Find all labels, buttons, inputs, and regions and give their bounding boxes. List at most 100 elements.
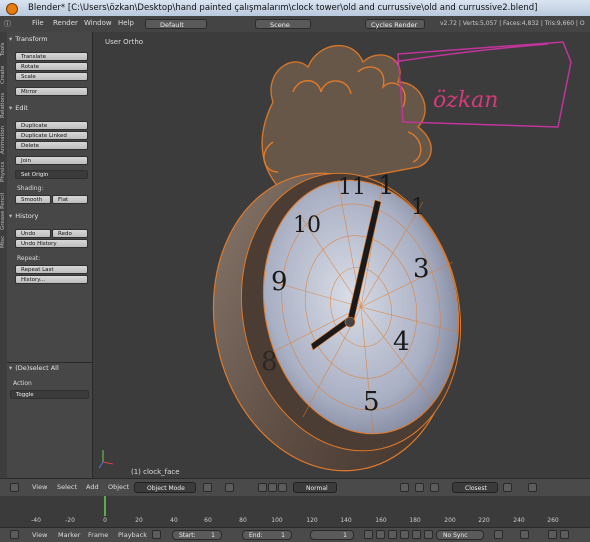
- camera-icon[interactable]: [528, 483, 537, 492]
- 3d-viewport[interactable]: 1 1 3 4 5 8 9 10 11 özkan User Ortho (1)…: [93, 32, 590, 478]
- delete-button[interactable]: Delete: [15, 141, 88, 150]
- mirror-button[interactable]: Mirror: [15, 87, 88, 96]
- tick-label: 20: [135, 517, 143, 524]
- timeline-header: View Marker Frame Playback Start: 1 End:…: [0, 527, 590, 542]
- manipulator-icon[interactable]: [258, 483, 267, 492]
- duplicate-linked-button[interactable]: Duplicate Linked: [15, 131, 88, 140]
- tick-label: -40: [31, 517, 41, 524]
- svg-text:11: 11: [338, 175, 366, 200]
- menu-file[interactable]: File: [32, 19, 44, 27]
- timeline[interactable]: -40 -20 0 20 40 60 80 100 120 140 160 18…: [0, 496, 590, 527]
- end-frame-field[interactable]: End: 1: [242, 530, 292, 540]
- operator-panel: (De)select All Action Toggle: [7, 362, 93, 479]
- tab-misc[interactable]: Misc: [0, 234, 7, 248]
- editor-type-icon[interactable]: [10, 530, 19, 539]
- pivot-icon[interactable]: [225, 483, 234, 492]
- editor-type-icon[interactable]: [10, 483, 19, 492]
- current-frame-field[interactable]: 1: [310, 530, 354, 540]
- history-button[interactable]: History...: [15, 275, 88, 284]
- start-frame-value: 1: [211, 532, 215, 539]
- svg-text:10: 10: [293, 213, 321, 238]
- action-dropdown[interactable]: Toggle: [10, 390, 89, 399]
- panel-edit-header[interactable]: Edit: [9, 103, 90, 113]
- layer-icon[interactable]: [400, 483, 409, 492]
- tick-label: 160: [375, 517, 387, 524]
- menu-render[interactable]: Render: [53, 19, 78, 27]
- tab-relations[interactable]: Relations: [0, 88, 7, 118]
- duplicate-button[interactable]: Duplicate: [15, 121, 88, 130]
- translate-button[interactable]: Translate: [15, 52, 88, 61]
- minimize-icon[interactable]: [562, 0, 576, 16]
- 3d-view-header: View Select Add Object Object Mode Norma…: [0, 478, 590, 497]
- timeline-ruler: [104, 496, 106, 516]
- undo-button[interactable]: Undo: [15, 229, 51, 238]
- mode-select[interactable]: Object Mode: [134, 482, 196, 493]
- tick-label: 200: [444, 517, 456, 524]
- jump-start-icon[interactable]: [364, 530, 373, 539]
- tab-animation[interactable]: Animation: [0, 122, 7, 154]
- rotate-button[interactable]: Rotate: [15, 62, 88, 71]
- render-icon[interactable]: [503, 483, 512, 492]
- tab-create[interactable]: Create: [0, 60, 7, 84]
- menu-view[interactable]: View: [32, 483, 47, 491]
- tab-grease-pencil[interactable]: Grease Pencil: [0, 186, 7, 230]
- blender-logo-icon: [6, 3, 18, 15]
- jump-end-icon[interactable]: [424, 530, 433, 539]
- scene-select[interactable]: Scene: [255, 19, 311, 29]
- menu-object[interactable]: Object: [108, 483, 129, 491]
- repeat-label: Repeat:: [17, 255, 41, 262]
- screen-layout-select[interactable]: Default: [145, 19, 207, 29]
- next-keyframe-icon[interactable]: [412, 530, 421, 539]
- shading-icon[interactable]: [203, 483, 212, 492]
- menu-select[interactable]: Select: [57, 483, 77, 491]
- tab-tools[interactable]: Tools: [0, 36, 7, 56]
- repeat-last-button[interactable]: Repeat Last: [15, 265, 88, 274]
- shade-smooth-button[interactable]: Smooth: [15, 195, 51, 204]
- menu-window[interactable]: Window: [84, 19, 112, 27]
- auto-keyframe-icon[interactable]: [494, 530, 503, 539]
- clock-ornament: [261, 45, 432, 193]
- set-origin-dropdown[interactable]: Set Origin: [15, 170, 88, 179]
- panel-transform-header[interactable]: Transform: [9, 34, 90, 44]
- translate-manipulator-icon[interactable]: [268, 483, 277, 492]
- menu-marker[interactable]: Marker: [58, 531, 80, 539]
- keying-set-icon[interactable]: [520, 530, 529, 539]
- svg-text:4: 4: [393, 327, 410, 357]
- sync-mode-select[interactable]: No Sync: [436, 530, 484, 540]
- scale-button[interactable]: Scale: [15, 72, 88, 81]
- window-controls[interactable]: [562, 0, 590, 16]
- info-header: ⓘ File Render Window Help Default Scene …: [0, 16, 590, 33]
- join-button[interactable]: Join: [15, 156, 88, 165]
- menu-view[interactable]: View: [32, 531, 47, 539]
- operator-panel-header[interactable]: (De)select All: [9, 363, 90, 373]
- play-reverse-icon[interactable]: [388, 530, 397, 539]
- menu-playback[interactable]: Playback: [118, 531, 147, 539]
- redo-button[interactable]: Redo: [52, 229, 88, 238]
- prev-keyframe-icon[interactable]: [376, 530, 385, 539]
- tab-physics[interactable]: Physics: [0, 158, 7, 182]
- editor-type-icon[interactable]: ⓘ: [4, 19, 11, 29]
- start-frame-field[interactable]: Start: 1: [172, 530, 222, 540]
- delete-keyframe-icon[interactable]: [560, 530, 569, 539]
- svg-text:1: 1: [378, 171, 395, 201]
- undo-history-button[interactable]: Undo History: [15, 239, 88, 248]
- panel-history-header[interactable]: History: [9, 211, 90, 221]
- proportional-edit-icon[interactable]: [415, 483, 424, 492]
- snap-target-select[interactable]: Closest: [452, 482, 498, 493]
- tick-label: 220: [478, 517, 490, 524]
- shade-flat-button[interactable]: Flat: [52, 195, 88, 204]
- play-icon[interactable]: [400, 530, 409, 539]
- menu-add[interactable]: Add: [86, 483, 99, 491]
- maximize-icon[interactable]: [576, 0, 590, 16]
- window-titlebar: Blender* [C:\Users\özkan\Desktop\hand pa…: [0, 0, 590, 16]
- orientation-select[interactable]: Normal: [293, 482, 337, 493]
- rotate-manipulator-icon[interactable]: [278, 483, 287, 492]
- menu-help[interactable]: Help: [118, 19, 134, 27]
- snap-icon[interactable]: [430, 483, 439, 492]
- menu-frame[interactable]: Frame: [88, 531, 108, 539]
- shading-label: Shading:: [17, 185, 44, 192]
- render-engine-select[interactable]: Cycles Render: [365, 19, 425, 29]
- svg-text:8: 8: [261, 347, 278, 377]
- record-icon[interactable]: [152, 530, 161, 539]
- insert-keyframe-icon[interactable]: [548, 530, 557, 539]
